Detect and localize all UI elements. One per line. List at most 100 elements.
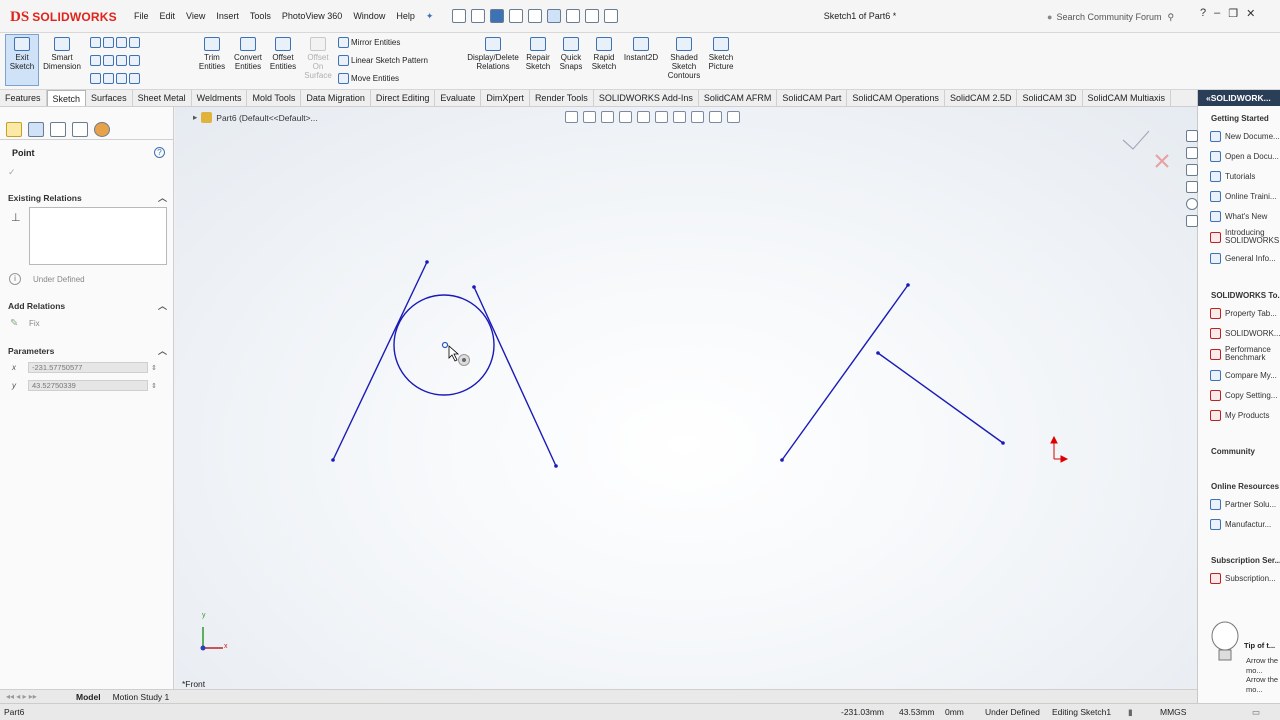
help-icon[interactable]: ? — [1200, 7, 1206, 20]
confirm-check-icon[interactable] — [1122, 130, 1150, 150]
tp-item-copy-settings[interactable]: Copy Setting... — [1210, 390, 1277, 401]
sketch-endpoint[interactable] — [554, 464, 558, 468]
spinner-icon[interactable]: ⇕ — [151, 382, 157, 390]
mirror-entities-button[interactable]: Mirror Entities — [338, 37, 400, 48]
x-coordinate-field[interactable]: -231.57750577 — [28, 362, 148, 373]
tp-item-partner-solutions[interactable]: Partner Solu... — [1210, 499, 1276, 510]
tab-solidcam-part[interactable]: SolidCAM Part — [777, 90, 848, 106]
tp-item-solidworks-rx[interactable]: SOLIDWORK... — [1210, 328, 1280, 339]
solidworks-logo[interactable]: DS SOLIDWORKS — [10, 7, 120, 27]
confirmation-corner[interactable] — [1122, 130, 1169, 168]
appearances-icon[interactable] — [1186, 198, 1198, 210]
collapse-icon[interactable]: ︿ — [158, 343, 167, 359]
tab-scroll-arrows-icon[interactable]: ◂◂ ◂ ▸ ▸▸ — [0, 692, 70, 701]
menu-view[interactable]: View — [186, 11, 205, 22]
existing-relations-header[interactable]: Existing Relations ︿ — [0, 190, 174, 206]
tab-solidcam-operations[interactable]: SolidCAM Operations — [847, 90, 945, 106]
repair-sketch-button[interactable]: Repair Sketch — [524, 35, 552, 71]
tab-data-migration[interactable]: Data Migration — [301, 90, 371, 106]
sketch-line-left[interactable] — [332, 261, 428, 461]
file-properties-icon[interactable] — [585, 9, 599, 23]
collapse-icon[interactable]: ︿ — [158, 190, 167, 206]
menu-edit[interactable]: Edit — [160, 11, 176, 22]
view-palette-icon[interactable] — [1186, 181, 1198, 193]
tab-weldments[interactable]: Weldments — [192, 90, 248, 106]
new-document-icon[interactable] — [452, 9, 466, 23]
home-icon[interactable] — [1186, 130, 1198, 142]
minimize-icon[interactable]: – — [1214, 7, 1220, 20]
select-icon[interactable] — [547, 9, 561, 23]
units-selector[interactable]: MMGS — [1160, 707, 1186, 717]
tab-solidcam-3d[interactable]: SolidCAM 3D — [1017, 90, 1083, 106]
fix-relation[interactable]: Fix — [29, 319, 40, 328]
display-manager-icon[interactable] — [94, 122, 110, 137]
sketch-endpoint[interactable] — [1001, 441, 1005, 445]
tp-item-tutorials[interactable]: Tutorials — [1210, 171, 1255, 182]
exit-sketch-button[interactable]: Exit Sketch — [5, 34, 39, 86]
sketch-endpoint[interactable] — [472, 285, 476, 289]
convert-entities-button[interactable]: Convert Entities — [230, 35, 266, 71]
sketch-endpoint[interactable] — [876, 351, 880, 355]
slot-icon[interactable] — [90, 73, 101, 84]
tab-solidcam-afrm[interactable]: SolidCAM AFRM — [699, 90, 778, 106]
dimxpert-icon[interactable] — [72, 122, 88, 137]
menu-photoview[interactable]: PhotoView 360 — [282, 11, 342, 22]
sketch-endpoint[interactable] — [906, 283, 910, 287]
task-pane-header[interactable]: «SOLIDWORK... — [1198, 90, 1280, 106]
collapse-icon[interactable]: ︿ — [158, 298, 167, 314]
help-icon[interactable]: ? — [154, 147, 165, 158]
circle-icon[interactable] — [103, 37, 114, 48]
feature-tree-icon[interactable] — [6, 122, 22, 137]
tp-item-my-products[interactable]: My Products — [1210, 410, 1269, 421]
chat-icon[interactable]: ▭ — [1252, 707, 1260, 718]
configuration-icon[interactable] — [50, 122, 66, 137]
tab-surfaces[interactable]: Surfaces — [86, 90, 133, 106]
tp-item-compare-my-score[interactable]: Compare My... — [1210, 370, 1277, 381]
spline-icon[interactable] — [116, 37, 127, 48]
parameters-header[interactable]: Parameters ︿ — [0, 343, 174, 359]
line-icon[interactable] — [90, 37, 101, 48]
tp-item-new-document[interactable]: New Docume... — [1210, 131, 1280, 142]
linear-sketch-pattern-button[interactable]: Linear Sketch Pattern — [338, 55, 428, 66]
menu-file[interactable]: File — [134, 11, 149, 22]
sketch-picture-button[interactable]: Sketch Picture — [705, 35, 737, 71]
tp-item-introducing[interactable]: Introducing SOLIDWORKS — [1210, 229, 1280, 245]
sketch-line-branch[interactable] — [877, 352, 1004, 444]
spinner-icon[interactable]: ⇕ — [151, 364, 157, 372]
save-icon[interactable] — [490, 9, 504, 23]
community-header[interactable]: Community — [1211, 447, 1255, 456]
sketch-endpoint[interactable] — [331, 458, 335, 462]
offset-entities-button[interactable]: Offset Entities — [267, 35, 299, 71]
ok-check-icon[interactable]: ✓ — [8, 167, 16, 178]
rapid-sketch-button[interactable]: Rapid Sketch — [590, 35, 618, 71]
tp-item-manufacturing[interactable]: Manufactur... — [1210, 519, 1271, 530]
tab-evaluate[interactable]: Evaluate — [435, 90, 482, 106]
selected-point[interactable] — [441, 341, 449, 349]
sketch-canvas[interactable] — [175, 107, 1197, 689]
undo-icon[interactable] — [528, 9, 542, 23]
graphics-area[interactable]: ▸ Part6 (Default<<Default>... y x *Front — [175, 107, 1197, 689]
offset-on-surface-button[interactable]: Offset On Surface — [301, 35, 335, 80]
search-input[interactable]: Search Community Forum — [1056, 12, 1161, 22]
tab-sheet-metal[interactable]: Sheet Metal — [133, 90, 192, 106]
tp-item-property-tab[interactable]: Property Tab... — [1210, 308, 1277, 319]
quick-snaps-button[interactable]: Quick Snaps — [556, 35, 586, 71]
fix-relation-icon[interactable]: ✎ — [10, 318, 18, 329]
menu-help[interactable]: Help — [396, 11, 415, 22]
menu-window[interactable]: Window — [353, 11, 385, 22]
custom-properties-icon[interactable] — [1186, 215, 1198, 227]
print-icon[interactable] — [509, 9, 523, 23]
close-icon[interactable]: ✕ — [1246, 7, 1255, 20]
sketch-line-right[interactable] — [473, 286, 557, 467]
tab-model[interactable]: Model — [70, 692, 107, 702]
move-entities-button[interactable]: Move Entities — [338, 73, 399, 84]
text-letter-icon[interactable] — [129, 55, 140, 66]
tp-item-general-info[interactable]: General Info... — [1210, 253, 1276, 264]
property-manager-icon[interactable] — [28, 122, 44, 137]
menu-insert[interactable]: Insert — [216, 11, 239, 22]
fillet-icon[interactable] — [116, 73, 127, 84]
ellipse-icon[interactable] — [103, 73, 114, 84]
sketch-endpoint[interactable] — [780, 458, 784, 462]
tab-direct-editing[interactable]: Direct Editing — [371, 90, 436, 106]
search-box[interactable]: ● Search Community Forum ⚲ — [1047, 8, 1187, 26]
